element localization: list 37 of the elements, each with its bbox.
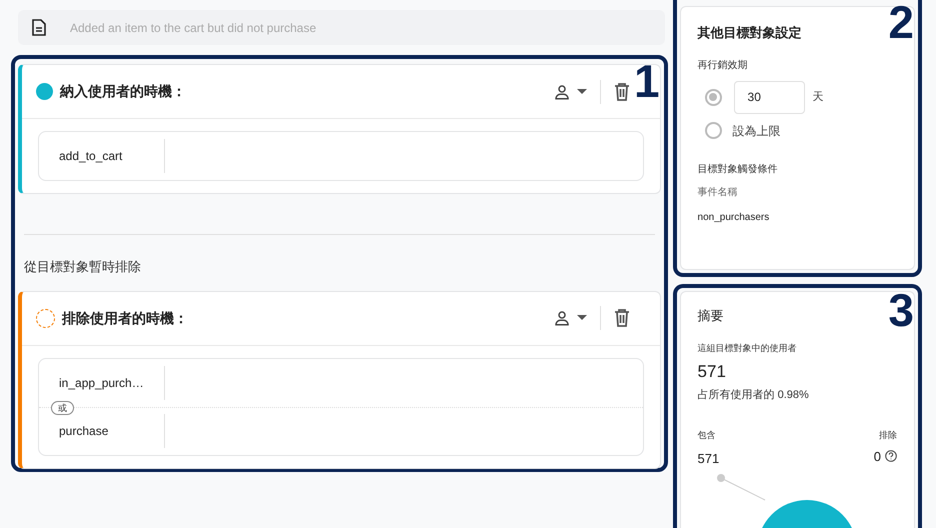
event-name[interactable]: add_to_cart: [39, 147, 164, 165]
user-share: 占所有使用者的 0.98%: [698, 388, 810, 402]
users-count: 571: [698, 361, 727, 383]
event-name[interactable]: purchase: [39, 422, 164, 440]
include-label: 包含: [698, 429, 717, 442]
radio-button[interactable]: [704, 122, 722, 139]
callout-number: 2: [888, 2, 914, 42]
radio-button[interactable]: [704, 88, 722, 106]
radio-label: 設為上限: [732, 122, 781, 140]
event-value: non_purchasers: [698, 210, 770, 224]
card-title: 納入使用者的時機：: [60, 82, 186, 101]
unit-label: 天: [812, 90, 824, 105]
field-label: 再行銷效期: [698, 58, 749, 72]
event-name[interactable]: in_app_purch…: [39, 374, 164, 392]
exclude-count: 0: [874, 448, 881, 466]
or-chip: 或: [51, 400, 74, 414]
exclude-label: 排除: [879, 429, 897, 442]
caret-icon[interactable]: [576, 315, 587, 321]
summary-title: 摘要: [698, 307, 725, 325]
section-heading: 從目標對象暫時排除: [24, 258, 142, 276]
users-label: 這組目標對象中的使用者: [698, 342, 798, 354]
field-label: 事件名稱: [698, 186, 739, 200]
field-label: 目標對象觸發條件: [698, 162, 779, 176]
include-count: 571: [698, 450, 720, 468]
help-icon[interactable]: [885, 450, 897, 462]
caret-icon[interactable]: [576, 88, 587, 94]
settings-title: 其他目標對象設定: [698, 24, 803, 42]
trash-icon[interactable]: [614, 309, 630, 327]
document-icon: [32, 19, 46, 36]
trash-icon[interactable]: [614, 82, 630, 100]
person-icon[interactable]: [552, 309, 571, 327]
template-description: Added an item to the cart but did not purchase: [70, 20, 316, 36]
card-title: 排除使用者的時機：: [62, 308, 188, 328]
duration-input[interactable]: 30: [734, 80, 805, 114]
callout-number: 3: [888, 290, 914, 330]
callout-number: 1: [634, 61, 660, 101]
person-icon[interactable]: [552, 82, 571, 100]
